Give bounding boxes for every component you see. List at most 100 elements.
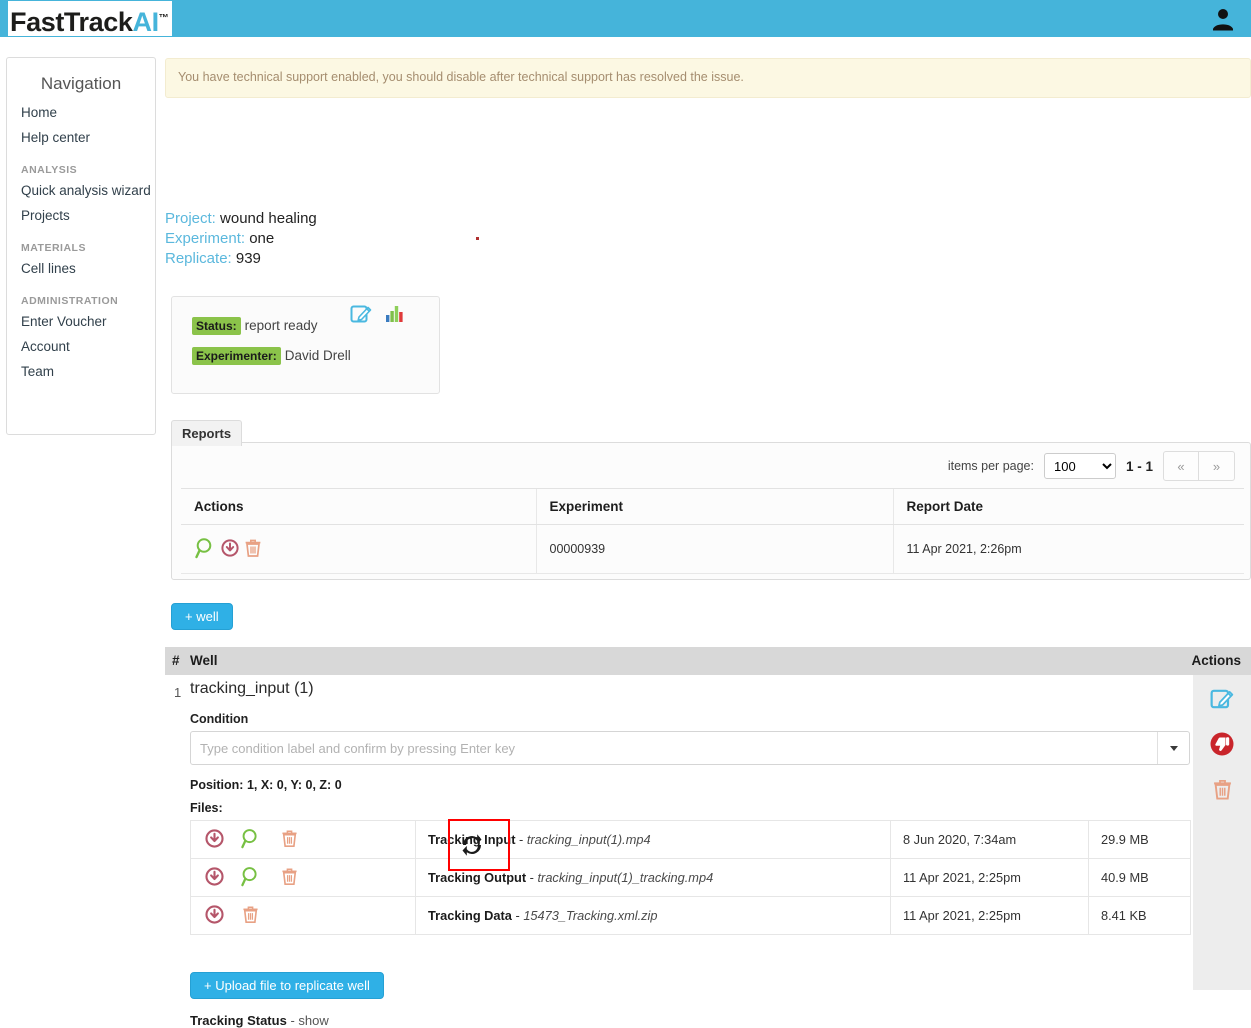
column-well: Well — [190, 653, 218, 668]
next-page-button[interactable]: » — [1199, 451, 1235, 481]
tab-reports[interactable]: Reports — [171, 420, 243, 446]
report-action-icons — [194, 536, 536, 563]
edit-pencil-icon[interactable] — [350, 303, 372, 328]
report-date-cell: 11 Apr 2021, 2:26pm — [892, 524, 1244, 574]
file-date-cell: 11 Apr 2021, 2:25pm — [890, 896, 1089, 935]
table-row: 00000939 11 Apr 2021, 2:26pm — [181, 524, 1244, 574]
upload-file-button[interactable]: + Upload file to replicate well — [190, 972, 384, 999]
file-date-cell: 8 Jun 2020, 7:34am — [890, 820, 1089, 859]
sidebar-group-analysis: ANALYSIS — [21, 164, 78, 176]
status-card-icons — [350, 303, 406, 328]
wells-panel: # Well Actions 1 tracking_input (1) Cond… — [165, 647, 1251, 1028]
sidebar-item-projects[interactable]: Projects — [7, 203, 155, 228]
experiment-value: one — [249, 230, 275, 247]
file-dash: - — [511, 908, 524, 923]
experimenter-badge: Experimenter: — [192, 347, 281, 365]
table-row: Tracking Data - 15473_Tracking.xml.zip 1… — [190, 896, 1191, 935]
pagination-range: 1 - 1 — [1125, 458, 1153, 474]
magnifier-icon[interactable] — [194, 536, 218, 563]
sidebar-group-administration: ADMINISTRATION — [21, 295, 119, 307]
reports-panel: items per page: 100 1 - 1 « » Actions Ex… — [171, 442, 1251, 580]
download-circle-icon[interactable] — [205, 866, 224, 889]
table-row: Tracking Input - tracking_input(1).mp4 8… — [190, 820, 1191, 859]
thumbs-down-circle-icon[interactable] — [1209, 731, 1235, 760]
file-dash: - — [526, 870, 538, 885]
add-well-button[interactable]: + well — [171, 603, 233, 630]
experiment-line: Experiment: one — [165, 229, 317, 249]
file-actions-cell — [190, 820, 416, 859]
status-badge: Status: — [192, 317, 241, 335]
previous-page-button[interactable]: « — [1163, 451, 1199, 481]
sidebar-item-account[interactable]: Account — [7, 334, 155, 359]
file-size-cell: 8.41 KB — [1088, 896, 1191, 935]
bar-chart-icon[interactable] — [384, 303, 406, 328]
sidebar-item-help-center[interactable]: Help center — [7, 125, 155, 150]
items-per-page-select[interactable]: 100 — [1043, 453, 1116, 479]
column-actions: Actions — [181, 488, 536, 525]
file-name-text: tracking_input(1).mp4 — [526, 832, 651, 847]
column-report-date: Report Date — [892, 488, 1244, 525]
column-well-actions: Actions — [1191, 653, 1241, 668]
files-label: Files: — [190, 801, 223, 815]
file-dash: - — [515, 832, 527, 847]
file-type-label: Tracking Output — [428, 870, 527, 885]
pagination-buttons: « » — [1163, 451, 1235, 481]
trash-icon[interactable] — [279, 828, 300, 852]
tracking-status-show-link[interactable]: - show — [290, 1013, 328, 1028]
refresh-sync-icon[interactable] — [455, 828, 489, 865]
navigation-sidebar: Navigation Home Help center ANALYSIS Qui… — [6, 57, 156, 435]
reports-table: Actions Experiment Report Date 00000939 … — [181, 488, 1244, 574]
sidebar-item-enter-voucher[interactable]: Enter Voucher — [7, 309, 155, 334]
sidebar-group-materials: MATERIALS — [21, 242, 86, 254]
project-label: Project: — [165, 210, 216, 227]
files-table: Tracking Input - tracking_input(1).mp4 8… — [190, 820, 1191, 935]
wells-table-header: # Well Actions — [165, 647, 1251, 675]
project-value: wound healing — [220, 210, 317, 227]
column-experiment: Experiment — [535, 488, 893, 525]
well-row-number: 1 — [174, 685, 182, 700]
file-name-cell: Tracking Data - 15473_Tracking.xml.zip — [415, 896, 891, 935]
logo-text-fasttrack: FastTrack — [10, 7, 133, 37]
file-size-cell: 29.9 MB — [1088, 820, 1191, 859]
well-row-name: tracking_input (1) — [190, 680, 314, 697]
report-experiment-cell: 00000939 — [535, 524, 893, 574]
experiment-label: Experiment: — [165, 230, 246, 247]
replicate-label: Replicate: — [165, 250, 232, 267]
main-content: You have technical support enabled, you … — [165, 0, 1251, 1028]
reports-table-head: Actions Experiment Report Date — [181, 488, 1244, 525]
app-logo: FastTrackAI™ — [8, 1, 173, 37]
download-circle-icon[interactable] — [205, 904, 224, 927]
trash-icon[interactable] — [279, 866, 300, 890]
trash-icon[interactable] — [242, 537, 264, 562]
sidebar-item-home[interactable]: Home — [7, 100, 155, 125]
magnifier-icon[interactable] — [240, 827, 263, 853]
table-row: Tracking Output - tracking_input(1)_trac… — [190, 858, 1191, 897]
technical-support-alert: You have technical support enabled, you … — [165, 58, 1251, 98]
tracking-status-row: Tracking Status - show — [190, 1013, 329, 1028]
project-info-block: Project: wound healing Experiment: one R… — [165, 209, 317, 269]
status-row: Status: report ready — [192, 317, 317, 335]
experimenter-row: Experimenter: David Drell — [192, 347, 351, 365]
sidebar-item-cell-lines[interactable]: Cell lines — [7, 256, 155, 281]
chevron-down-icon[interactable] — [1157, 732, 1189, 764]
file-date-cell: 11 Apr 2021, 2:25pm — [890, 858, 1089, 897]
reports-pagination: items per page: 100 1 - 1 « » — [948, 451, 1235, 481]
sidebar-item-team[interactable]: Team — [7, 359, 155, 384]
items-per-page-label: items per page: — [947, 459, 1034, 473]
download-circle-icon[interactable] — [221, 538, 239, 560]
magnifier-icon[interactable] — [240, 865, 263, 891]
trash-icon[interactable] — [1210, 777, 1235, 805]
edit-pencil-icon[interactable] — [1210, 687, 1234, 714]
file-size-cell: 40.9 MB — [1088, 858, 1191, 897]
report-actions-cell — [181, 524, 536, 574]
status-value: report ready — [244, 318, 318, 333]
download-circle-icon[interactable] — [205, 828, 224, 851]
tracking-status-label: Tracking Status — [190, 1013, 287, 1028]
condition-input[interactable] — [191, 732, 1157, 764]
file-action-icons — [205, 827, 415, 853]
project-line: Project: wound healing — [165, 209, 317, 229]
replicate-line: Replicate: 939 — [165, 249, 317, 269]
sidebar-item-quick-analysis-wizard[interactable]: Quick analysis wizard — [7, 178, 155, 203]
trash-icon[interactable] — [240, 904, 261, 928]
well-position-text: Position: 1, X: 0, Y: 0, Z: 0 — [190, 778, 342, 792]
